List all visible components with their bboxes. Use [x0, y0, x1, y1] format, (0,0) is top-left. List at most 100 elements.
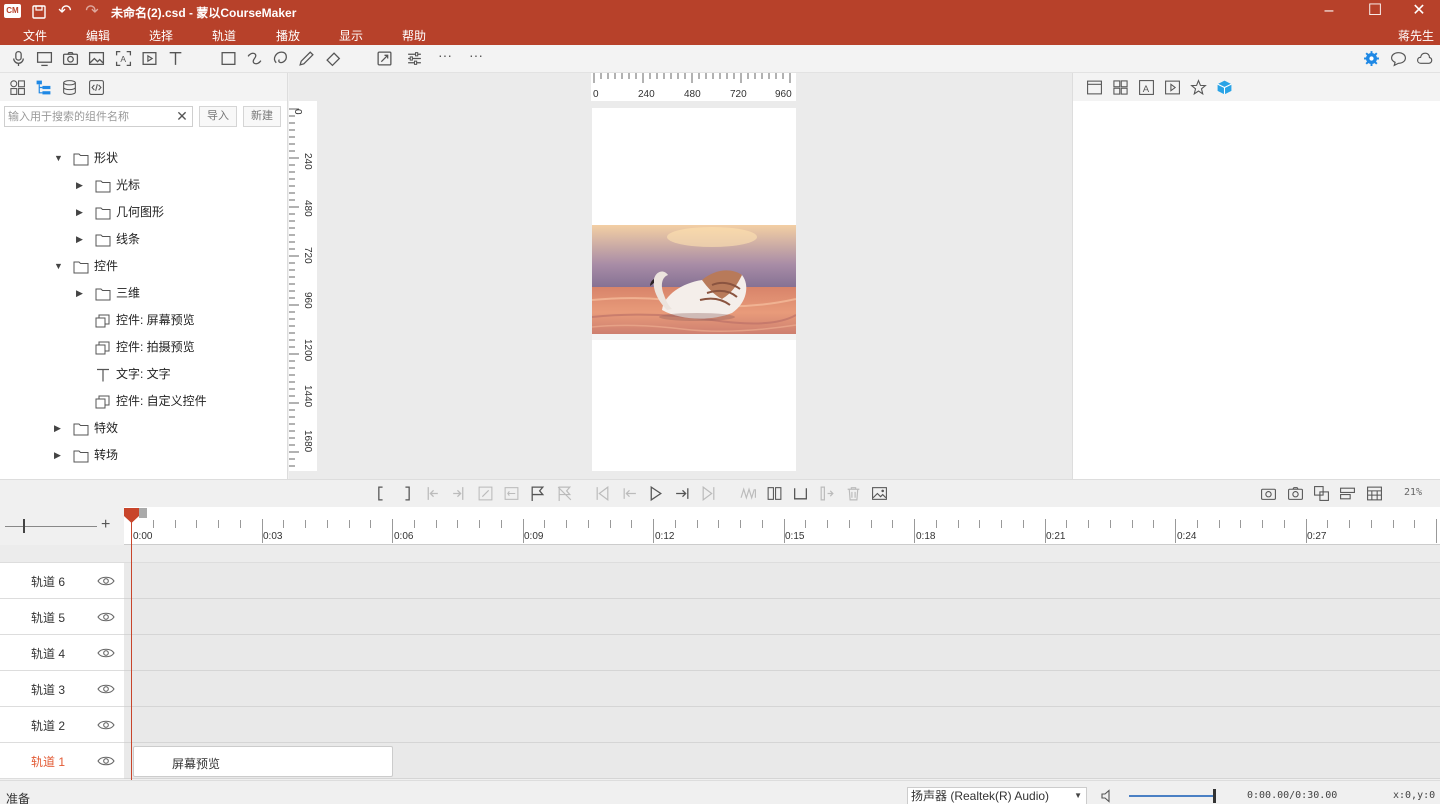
timeline-clip[interactable]: 屏幕预览 [133, 746, 393, 777]
tree-item[interactable]: ▶ 几何图形 [0, 201, 287, 223]
remove-marker-icon[interactable] [556, 485, 574, 503]
gear-icon[interactable] [1362, 50, 1380, 68]
components-icon[interactable] [1112, 79, 1130, 97]
play-icon[interactable] [647, 485, 665, 503]
tree-item[interactable]: ▶ 线条 [0, 228, 287, 250]
track-lane[interactable] [124, 563, 1440, 599]
expanded-arrow-icon[interactable]: ▼ [54, 255, 64, 277]
track-header[interactable]: 轨道 6 [0, 563, 124, 599]
tree-item[interactable]: 控件: 拍摄预览 [0, 336, 287, 358]
track-header[interactable]: 轨道 2 [0, 707, 124, 743]
speaker-icon[interactable] [1100, 788, 1116, 804]
split-clip-icon[interactable] [477, 485, 495, 503]
menu-file[interactable]: 文件 [23, 27, 47, 44]
crop-icon[interactable] [375, 50, 393, 68]
camera-icon[interactable] [61, 50, 79, 68]
eye-icon[interactable] [97, 754, 115, 768]
snapshot-icon[interactable] [1260, 485, 1278, 503]
menu-track[interactable]: 轨道 [212, 27, 236, 44]
step-forward-icon[interactable] [674, 485, 692, 503]
camera-capture-icon[interactable] [1287, 485, 1305, 503]
calendar-grid-icon[interactable] [1366, 485, 1384, 503]
audio-device-select[interactable]: 扬声器 (Realtek(R) Audio) ▼ [907, 787, 1087, 804]
track-header[interactable]: 轨道 3 [0, 671, 124, 707]
eye-icon[interactable] [97, 574, 115, 588]
code-icon[interactable] [88, 79, 106, 97]
expanded-arrow-icon[interactable]: ▼ [54, 147, 64, 169]
text-style-icon[interactable]: A [1138, 79, 1156, 97]
effects-star-icon[interactable] [1190, 79, 1208, 97]
screen-preview-image[interactable] [592, 225, 796, 338]
volume-slider-track[interactable] [1129, 795, 1215, 797]
comment-icon[interactable] [1389, 50, 1407, 68]
skip-to-end-icon[interactable] [700, 485, 718, 503]
cloud-icon[interactable] [1415, 50, 1433, 68]
eraser-icon[interactable] [324, 50, 342, 68]
ocr-icon[interactable]: A [114, 50, 132, 68]
tree-item[interactable]: ▶ 转场 [0, 444, 287, 466]
eye-icon[interactable] [97, 646, 115, 660]
collapsed-arrow-icon[interactable]: ▶ [76, 201, 86, 223]
track-layout-icon[interactable] [1339, 485, 1357, 503]
microphone-icon[interactable] [9, 50, 27, 68]
eye-icon[interactable] [97, 610, 115, 624]
eye-icon[interactable] [97, 682, 115, 696]
collapsed-arrow-icon[interactable]: ▶ [54, 444, 64, 466]
text-icon[interactable] [166, 50, 184, 68]
mark-out-icon[interactable] [398, 485, 416, 503]
track-lane[interactable] [124, 635, 1440, 671]
overlay-icon[interactable] [1313, 485, 1331, 503]
database-icon[interactable] [61, 79, 79, 97]
media-icon[interactable] [1164, 79, 1182, 97]
tree-item[interactable]: ▶ 三维 [0, 282, 287, 304]
lasso-icon[interactable] [271, 50, 289, 68]
audio-wave-icon[interactable] [740, 485, 758, 503]
more-icon-2[interactable]: ··· [467, 48, 485, 68]
trash-icon[interactable] [845, 485, 863, 503]
step-back-icon[interactable] [621, 485, 639, 503]
playhead-line[interactable] [131, 520, 132, 780]
tree-item[interactable]: ▼ 控件 [0, 255, 287, 277]
image-icon[interactable] [87, 50, 105, 68]
menu-help[interactable]: 帮助 [402, 27, 426, 44]
collapsed-arrow-icon[interactable]: ▶ [76, 228, 86, 250]
collapsed-arrow-icon[interactable]: ▶ [54, 417, 64, 439]
tree-item[interactable]: 控件: 屏幕预览 [0, 309, 287, 331]
pen-icon[interactable] [297, 50, 315, 68]
menu-select[interactable]: 选择 [149, 27, 173, 44]
user-name[interactable]: 蒋先生 [1398, 27, 1434, 44]
volume-slider-handle[interactable] [1213, 789, 1216, 803]
3d-cube-icon[interactable] [1216, 79, 1234, 97]
tree-item[interactable]: ▶ 光标 [0, 174, 287, 196]
extend-clip-icon[interactable] [818, 485, 836, 503]
grid-view-icon[interactable] [9, 79, 27, 97]
zoom-slider-track[interactable] [5, 526, 97, 527]
rectangle-icon[interactable] [219, 50, 237, 68]
maximize-button[interactable]: ☐ [1352, 0, 1398, 24]
eye-icon[interactable] [97, 718, 115, 732]
menu-view[interactable]: 显示 [339, 27, 363, 44]
tree-view-icon[interactable] [35, 79, 53, 97]
tree-item[interactable]: ▼ 形状 [0, 147, 287, 169]
playhead-handle[interactable] [124, 508, 139, 523]
settings-sliders-icon[interactable] [405, 50, 423, 68]
timeline-ruler[interactable]: 0:00 0:03 0:06 0:09 0:12 0:15 0:18 0:21 … [124, 507, 1440, 545]
save-icon[interactable] [29, 2, 49, 22]
track-header[interactable]: 轨道 4 [0, 635, 124, 671]
collapsed-arrow-icon[interactable]: ▶ [76, 174, 86, 196]
zoom-in-icon[interactable]: + [101, 516, 110, 534]
collapsed-arrow-icon[interactable]: ▶ [76, 282, 86, 304]
tree-item[interactable]: 文字: 文字 [0, 363, 287, 385]
tree-item[interactable]: ▶ 特效 [0, 417, 287, 439]
undo-icon[interactable]: ↶ [55, 2, 75, 22]
screen-record-icon[interactable] [35, 50, 53, 68]
mark-in-icon[interactable] [373, 485, 391, 503]
playhead-range-marker[interactable] [139, 508, 147, 518]
track-lane[interactable] [124, 671, 1440, 707]
menu-edit[interactable]: 编辑 [86, 27, 110, 44]
minimize-button[interactable]: – [1306, 0, 1352, 24]
gap-icon[interactable] [792, 485, 810, 503]
insert-image-icon[interactable] [871, 485, 889, 503]
track-lane[interactable] [124, 599, 1440, 635]
split-view-icon[interactable] [766, 485, 784, 503]
